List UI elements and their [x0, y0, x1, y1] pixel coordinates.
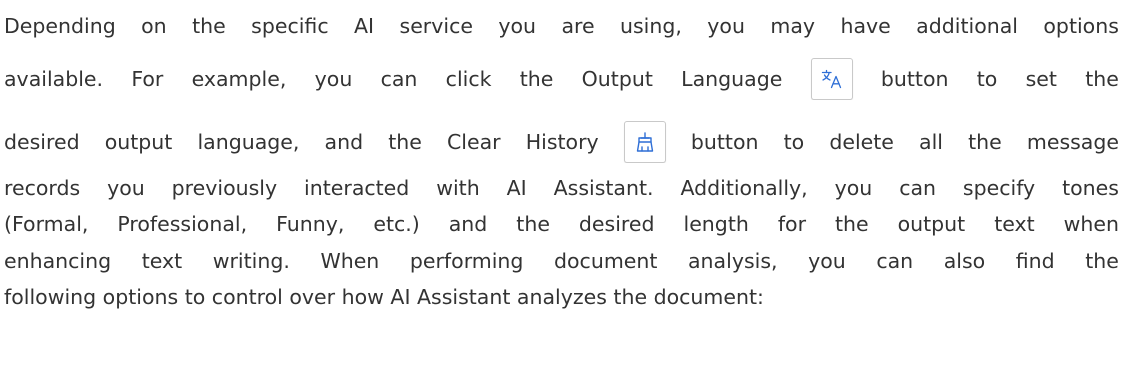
word: AI	[506, 176, 527, 200]
paragraph-line-5: (Formal, Professional, Funny, etc.) and the de…	[4, 212, 1119, 236]
word: output	[897, 212, 966, 236]
word: on	[141, 14, 167, 38]
translate-icon	[821, 69, 841, 89]
word: text	[994, 212, 1035, 236]
word: the	[1085, 249, 1119, 273]
word: the	[1085, 67, 1119, 91]
clear-history-button[interactable]	[623, 121, 666, 163]
word: using,	[620, 14, 682, 38]
word: tones	[1062, 176, 1119, 200]
word: previously	[171, 176, 278, 200]
word: Output	[581, 67, 653, 91]
word: can	[380, 67, 418, 91]
paragraph-line-2: available. For example, you can click the Outpu…	[4, 58, 1119, 100]
word: specify	[962, 176, 1036, 200]
word: and	[448, 212, 488, 236]
word: have	[840, 14, 891, 38]
word: find	[1015, 249, 1055, 273]
word: and	[324, 130, 364, 154]
clear-history-broom-icon	[636, 132, 653, 152]
word: service	[399, 14, 473, 38]
word: Funny,	[276, 212, 345, 236]
paragraph-line-3: desired output language, and the Clear History…	[4, 121, 1119, 163]
word: with	[436, 176, 480, 200]
word: etc.)	[373, 212, 420, 236]
word: records	[4, 176, 81, 200]
word: analysis,	[688, 249, 778, 273]
word: Assistant.	[553, 176, 654, 200]
paragraph-line-4: records you previously interacted with AI Assi…	[4, 176, 1119, 200]
word: the	[192, 14, 226, 38]
word: the	[519, 67, 554, 91]
word: can	[876, 249, 914, 273]
word: message	[1026, 130, 1119, 154]
word: to	[783, 130, 805, 154]
word: specific	[251, 14, 329, 38]
word: For	[131, 67, 164, 91]
word: you	[808, 249, 846, 273]
word: interacted	[304, 176, 410, 200]
word: you	[707, 14, 745, 38]
word: enhancing	[4, 249, 112, 273]
word: desired	[4, 130, 80, 154]
word: example,	[191, 67, 287, 91]
word: Professional,	[117, 212, 248, 236]
word: AI	[354, 14, 375, 38]
word: desired	[578, 212, 655, 236]
paragraph-line-6: enhancing text writing. When performing docum…	[4, 249, 1119, 273]
word: may	[770, 14, 816, 38]
word: Language	[681, 67, 783, 91]
word: the	[834, 212, 869, 236]
word: History	[525, 130, 599, 154]
word: additional	[916, 14, 1018, 38]
word: you	[107, 176, 145, 200]
word: text	[141, 249, 183, 273]
word: you	[834, 176, 873, 200]
word: available.	[4, 67, 104, 91]
word: Clear	[446, 130, 501, 154]
word: Depending	[4, 14, 116, 38]
word: options	[1043, 14, 1119, 38]
word: you	[314, 67, 353, 91]
word: when	[1063, 212, 1119, 236]
word: When	[320, 249, 380, 273]
paragraph-line-7-text: following options to control over how AI…	[4, 285, 764, 309]
word: click	[445, 67, 492, 91]
word: length	[683, 212, 749, 236]
word: (Formal,	[4, 212, 89, 236]
word: also	[943, 249, 986, 273]
word: all	[919, 130, 943, 154]
word: the	[516, 212, 550, 236]
output-language-button[interactable]	[810, 58, 853, 100]
word: are	[561, 14, 595, 38]
word: document	[554, 249, 658, 273]
word: to	[976, 67, 998, 91]
word: button	[690, 130, 759, 154]
word: delete	[829, 130, 894, 154]
word: performing	[409, 249, 524, 273]
word: button	[880, 67, 949, 91]
word: set	[1025, 67, 1057, 91]
paragraph-line-1: Depending on the specific AI service you are usi…	[4, 14, 1119, 38]
word: the	[388, 130, 422, 154]
word: can	[899, 176, 937, 200]
word: for	[777, 212, 806, 236]
word: the	[968, 130, 1002, 154]
paragraph-line-7: following options to control over how AI…	[4, 285, 1119, 309]
word: output	[104, 130, 173, 154]
word: Additionally,	[680, 176, 808, 200]
word: language,	[197, 130, 300, 154]
word: writing.	[212, 249, 290, 273]
word: you	[498, 14, 537, 38]
